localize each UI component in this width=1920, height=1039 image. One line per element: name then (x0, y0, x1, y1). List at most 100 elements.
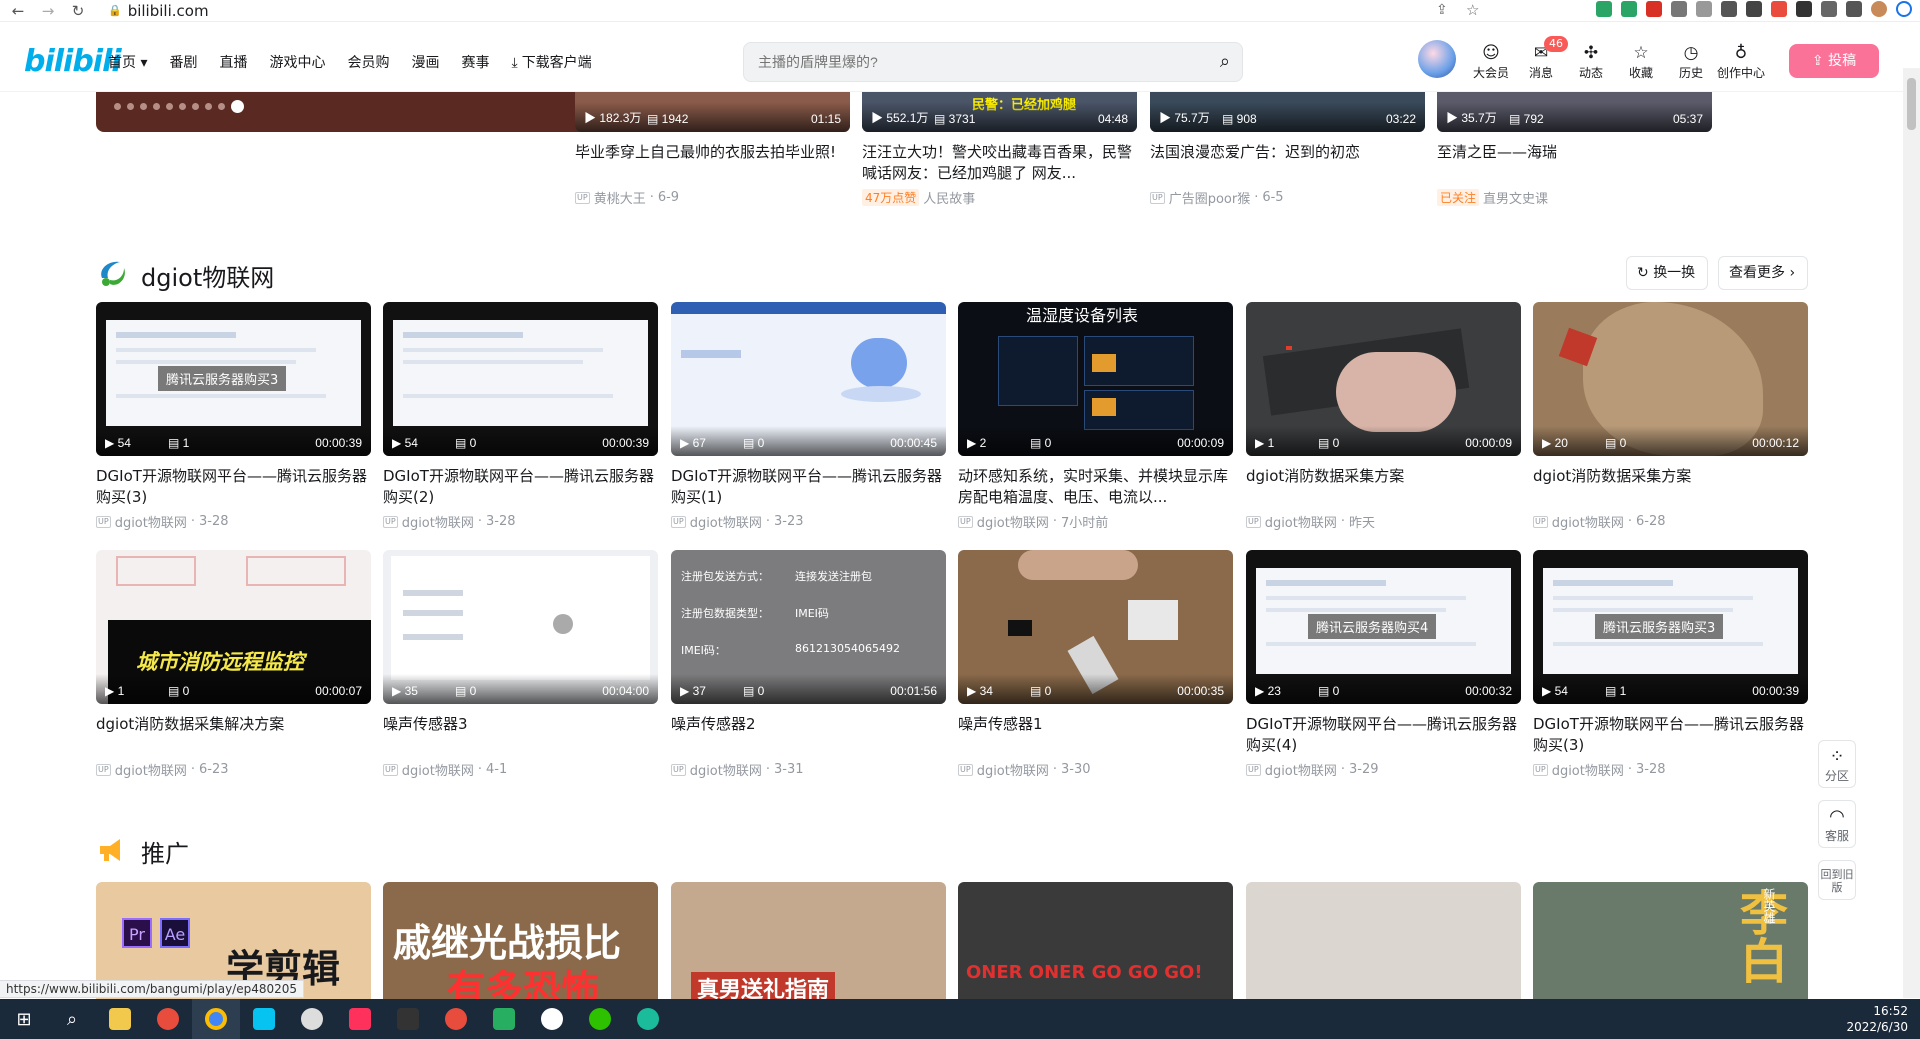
video-card[interactable]: ▶ 54 ▤ 0 00:00:39 DGIoT开源物联网平台——腾讯云服务器购买(2)… (383, 302, 658, 531)
extension-icon[interactable] (1821, 1, 1837, 17)
video-card[interactable]: ▶ 1 ▤ 0 00:00:09 dgiot消防数据采集方案 UP dgiot物联网 · 昨天 (1246, 302, 1521, 531)
author-name[interactable]: dgiot物联网 (402, 760, 474, 779)
author-name[interactable]: 直男文史课 (1483, 188, 1548, 207)
intellij-icon[interactable] (336, 999, 384, 1039)
bookmark-star-icon[interactable]: ☆ (1466, 1, 1479, 19)
video-title[interactable]: dgiot消防数据采集解决方案 (96, 714, 371, 756)
carousel-dot[interactable] (192, 103, 199, 110)
video-thumbnail[interactable]: 注册包发送方式： 连接发送注册包 注册包数据类型： IMEI码 IMEI码： 861213… (671, 550, 946, 704)
app-icon[interactable] (480, 999, 528, 1039)
promo-card[interactable]: ONER ONER GO GO GO! (958, 882, 1233, 1000)
video-card[interactable]: ▶ 35 ▤ 0 00:04:00 噪声传感器3 UP dgiot物联网 · 4-1 (383, 550, 658, 779)
nav-mall[interactable]: 会员购 (347, 52, 389, 72)
lock-icon[interactable]: 🔒 (108, 4, 122, 17)
app-icon[interactable] (288, 999, 336, 1039)
video-thumbnail[interactable]: ▶ 182.3万 ▤ 1942 01:15 (575, 92, 850, 132)
nav-home[interactable]: 首页 ▾ (108, 52, 147, 72)
video-thumbnail[interactable]: 腾讯云服务器购买3 ▶ 54 ▤ 1 00:00:39 (1533, 550, 1808, 704)
video-card[interactable]: ▶ 67 ▤ 0 00:00:45 DGIoT开源物联网平台——腾讯云服务器购买(1)… (671, 302, 946, 531)
taskbar-clock[interactable]: 16:52 2022/6/30 (1846, 1003, 1908, 1035)
dynamic-button[interactable]: ✣ 动态 (1566, 42, 1616, 81)
author-name[interactable]: dgiot物联网 (690, 760, 762, 779)
promo-card[interactable]: 戚继光战损比 有多恐怖 (383, 882, 658, 1000)
promo-card[interactable] (1246, 882, 1521, 1000)
webstorm-icon[interactable] (240, 999, 288, 1039)
video-title[interactable]: DGIoT开源物联网平台——腾讯云服务器购买(1) (671, 466, 946, 508)
video-title[interactable]: 毕业季穿上自己最帅的衣服去拍毕业照! (575, 142, 850, 184)
video-title[interactable]: 法国浪漫恋爱广告：迟到的初恋 (1150, 142, 1425, 184)
back-icon[interactable]: ← (6, 2, 30, 20)
author-name[interactable]: 人民故事 (923, 188, 975, 207)
video-card[interactable]: 民警：已经加鸡腿▶ 552.1万▤ 373104:48汪汪立大功！警犬咬出藏毒百… (862, 92, 1137, 207)
extension-icon[interactable] (1721, 1, 1737, 17)
extension-icon[interactable] (1621, 1, 1637, 17)
app-icon[interactable] (528, 999, 576, 1039)
video-title[interactable]: 动环感知系统，实时采集、并模块显示库房配电箱温度、电压、电流以... (958, 466, 1233, 508)
video-card[interactable]: ▶ 34 ▤ 0 00:00:35 噪声传感器1 UP dgiot物联网 · 3-30 (958, 550, 1233, 779)
extension-icon[interactable] (1746, 1, 1762, 17)
app-icon[interactable] (384, 999, 432, 1039)
author-name[interactable]: dgiot物联网 (402, 512, 474, 531)
nav-match[interactable]: 赛事 (461, 52, 489, 72)
nav-manga[interactable]: 漫画 (411, 52, 439, 72)
video-thumbnail[interactable]: ▶ 1 ▤ 0 00:00:09 (1246, 302, 1521, 456)
video-thumbnail[interactable]: ▶ 35.7万 ▤ 792 05:37 (1437, 92, 1712, 132)
author-name[interactable]: dgiot物联网 (1552, 760, 1624, 779)
video-card[interactable]: 腾讯云服务器购买3 ▶ 54 ▤ 1 00:00:39 DGIoT开源物联网平台——腾讯… (1533, 550, 1808, 779)
old-version-button[interactable]: 回到旧版 (1818, 860, 1856, 900)
video-title[interactable]: 噪声传感器3 (383, 714, 658, 756)
bilibili-logo[interactable]: bilibili (24, 44, 122, 79)
author-name[interactable]: dgiot物联网 (115, 760, 187, 779)
message-button[interactable]: ✉ 46 消息 (1516, 36, 1568, 81)
author-name[interactable]: dgiot物联网 (977, 760, 1049, 779)
video-card[interactable]: 城市消防远程监控 ▶ 1 ▤ 0 00:00:07 dgiot消防数据采集解决方案 UP d… (96, 550, 371, 779)
carousel-dot[interactable] (166, 103, 173, 110)
author-name[interactable]: 黄桃大王 (594, 188, 646, 207)
address-bar[interactable]: bilibili.com (128, 2, 209, 20)
scrollbar-thumb[interactable] (1907, 78, 1916, 130)
video-title[interactable]: dgiot消防数据采集方案 (1533, 466, 1808, 508)
search-input[interactable] (758, 52, 1178, 72)
author-name[interactable]: dgiot物联网 (1265, 760, 1337, 779)
creator-center-button[interactable]: ♁ 创作中心 (1716, 42, 1766, 81)
file-explorer-icon[interactable] (96, 999, 144, 1039)
extension-icon[interactable] (1596, 1, 1612, 17)
video-card[interactable]: ▶ 75.7万 ▤ 908 03:22 法国浪漫恋爱广告：迟到的初恋 UP 广告圈poor… (1150, 92, 1425, 207)
video-card[interactable]: ▶ 35.7万 ▤ 792 05:37 至清之臣——海瑞 已关注 直男文史课 (1437, 92, 1712, 207)
author-name[interactable]: dgiot物联网 (690, 512, 762, 531)
author-name[interactable]: dgiot物联网 (1265, 512, 1337, 531)
nav-download[interactable]: ⤓ 下载客户端 (511, 52, 591, 72)
category-button[interactable]: ⁘ 分区 (1818, 740, 1856, 788)
video-title[interactable]: DGIoT开源物联网平台——腾讯云服务器购买(3) (1533, 714, 1808, 756)
extension-icon[interactable] (1846, 1, 1862, 17)
nav-live[interactable]: 直播 (219, 52, 247, 72)
forward-icon[interactable]: → (36, 2, 60, 20)
reload-icon[interactable]: ↻ (66, 2, 90, 20)
extension-icon[interactable] (1771, 1, 1787, 17)
customer-service-button[interactable]: ◠ 客服 (1818, 800, 1856, 848)
author-name[interactable]: dgiot物联网 (115, 512, 187, 531)
view-more-button[interactable]: 查看更多 › (1718, 256, 1808, 290)
video-title[interactable]: 噪声传感器2 (671, 714, 946, 756)
promo-card[interactable]: 李白 新英雄 (1533, 882, 1808, 1000)
video-title[interactable]: 噪声传感器1 (958, 714, 1233, 756)
video-thumbnail[interactable]: ▶ 35 ▤ 0 00:04:00 (383, 550, 658, 704)
favorites-button[interactable]: ☆ 收藏 (1616, 42, 1666, 81)
nav-bangumi[interactable]: 番剧 (169, 52, 197, 72)
extension-icon[interactable] (1696, 1, 1712, 17)
video-card[interactable]: ▶ 182.3万 ▤ 1942 01:15 毕业季穿上自己最帅的衣服去拍毕业照! UP 黄… (575, 92, 850, 207)
refresh-button[interactable]: ↻ 换一换 (1626, 256, 1708, 290)
search-icon[interactable]: ⌕ (1220, 51, 1230, 72)
menu-icon[interactable] (1896, 1, 1912, 17)
carousel-dot-active[interactable] (231, 100, 244, 113)
upload-button[interactable]: ⇪ 投稿 (1789, 44, 1879, 78)
extension-icon[interactable] (1646, 1, 1662, 17)
video-thumbnail[interactable]: ▶ 75.7万 ▤ 908 03:22 (1150, 92, 1425, 132)
user-avatar[interactable] (1418, 40, 1456, 78)
author-name[interactable]: 广告圈poor猴 (1169, 188, 1251, 207)
page-scrollbar[interactable] (1903, 68, 1920, 998)
profile-avatar[interactable] (1871, 1, 1887, 17)
app-icon[interactable] (432, 999, 480, 1039)
video-thumbnail[interactable]: 腾讯云服务器购买4 ▶ 23 ▤ 0 00:00:32 (1246, 550, 1521, 704)
video-thumbnail[interactable]: 民警：已经加鸡腿▶ 552.1万▤ 373104:48 (862, 92, 1137, 132)
